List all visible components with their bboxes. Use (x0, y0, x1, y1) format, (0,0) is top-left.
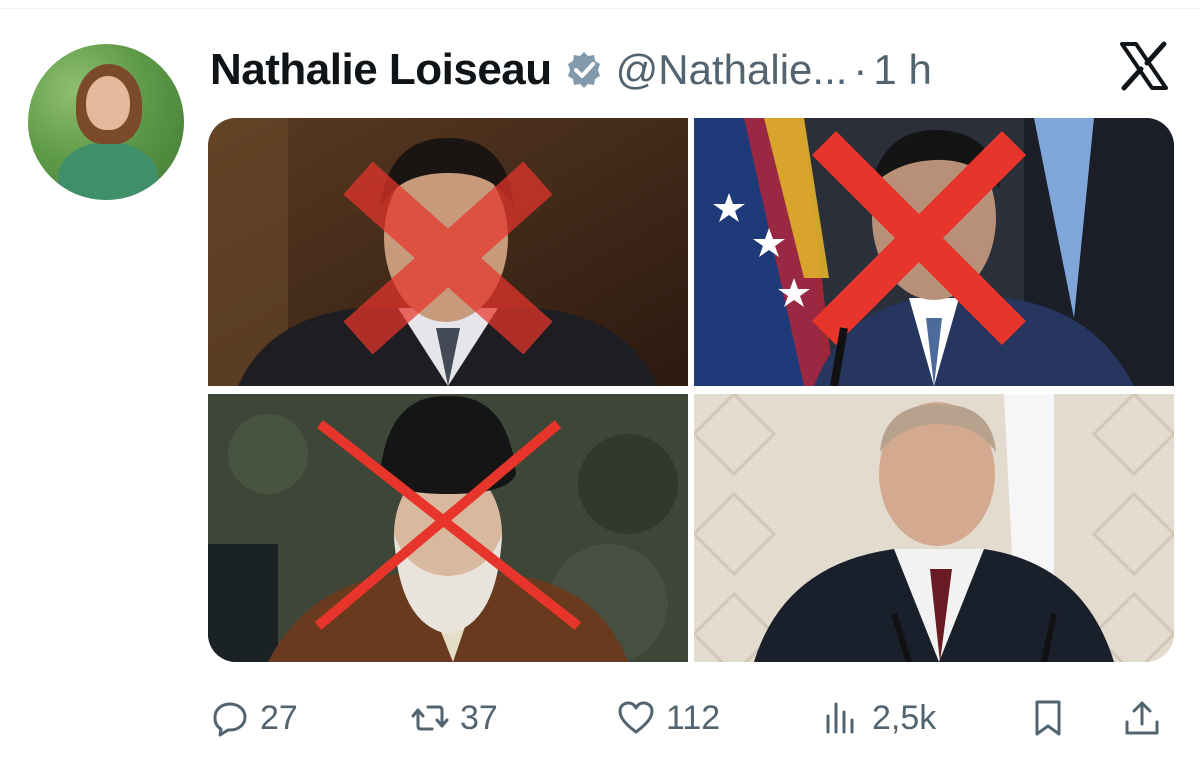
like-count: 112 (666, 698, 721, 737)
photo-icon (208, 394, 688, 662)
reply-icon (213, 702, 247, 737)
photo-icon (694, 118, 1174, 386)
avatar[interactable] (28, 44, 184, 200)
media-grid[interactable] (208, 118, 1174, 662)
bookmark-button[interactable] (1028, 690, 1068, 746)
photo-icon (694, 394, 1174, 662)
verified-badge-icon[interactable] (564, 50, 604, 90)
media-photo-2[interactable] (694, 118, 1174, 386)
avatar-face (86, 76, 130, 130)
heart-icon (618, 701, 654, 734)
repost-button[interactable]: 37 (410, 690, 498, 746)
repost-count: 37 (460, 698, 498, 737)
author-handle[interactable]: @Nathalie... (616, 46, 848, 94)
reply-button[interactable]: 27 (210, 690, 298, 746)
like-button[interactable]: 112 (616, 690, 720, 746)
separator-dot: · (853, 46, 868, 93)
photo-icon (208, 118, 688, 386)
views-button[interactable]: 2,5k (822, 690, 936, 746)
reply-count: 27 (260, 698, 298, 737)
avatar-body (58, 142, 158, 200)
media-photo-4[interactable] (694, 394, 1174, 662)
media-photo-1[interactable] (208, 118, 688, 386)
display-name[interactable]: Nathalie Loiseau (210, 45, 552, 95)
media-photo-3[interactable] (208, 394, 688, 662)
tweet-actions-bar: 27 37 112 2,5k (210, 690, 1170, 746)
top-divider (0, 0, 1200, 9)
views-count: 2,5k (872, 698, 937, 737)
bookmark-icon (1035, 700, 1061, 736)
timestamp[interactable]: 1 h (873, 46, 931, 94)
views-chart-icon (826, 702, 854, 734)
tweet-header: Nathalie Loiseau @Nathalie... · 1 h (210, 40, 932, 100)
share-button[interactable] (1122, 690, 1162, 746)
share-icon (1125, 701, 1159, 735)
repost-icon (411, 705, 449, 731)
x-logo-icon (1116, 38, 1172, 94)
